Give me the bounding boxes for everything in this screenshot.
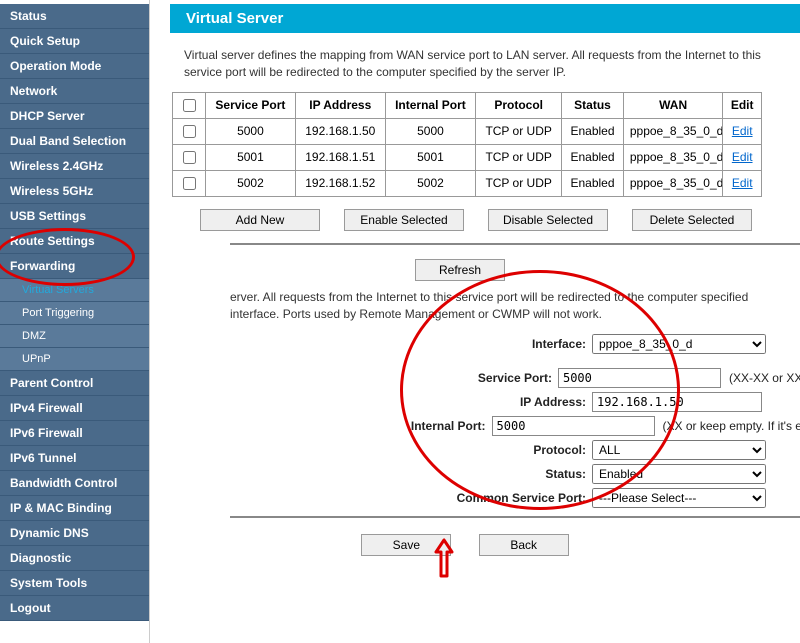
back-button[interactable]: Back <box>479 534 569 556</box>
cell-ip: 192.168.1.50 <box>295 118 385 144</box>
sidebar-item-wireless-5[interactable]: Wireless 5GHz <box>0 179 149 204</box>
sidebar-item-dynamic-dns[interactable]: Dynamic DNS <box>0 521 149 546</box>
cell-internal-port: 5001 <box>385 144 476 170</box>
cell-wan: pppoe_8_35_0_d <box>623 170 723 196</box>
status-select[interactable]: Enabled <box>592 464 766 484</box>
sidebar-item-forwarding[interactable]: Forwarding <box>0 254 149 279</box>
sidebar-item-network[interactable]: Network <box>0 79 149 104</box>
cell-status: Enabled <box>562 170 624 196</box>
label-internal-port: Internal Port: <box>170 419 492 433</box>
label-common-service-port: Common Service Port: <box>170 491 592 505</box>
hint-internal-port: (XX or keep empty. If it's empty, In <box>663 419 800 433</box>
label-protocol: Protocol: <box>170 443 592 457</box>
sidebar: Status Quick Setup Operation Mode Networ… <box>0 0 150 643</box>
col-ip-address: IP Address <box>295 92 385 118</box>
sidebar-item-dmz[interactable]: DMZ <box>0 325 149 348</box>
table-row: 5002 192.168.1.52 5002 TCP or UDP Enable… <box>173 170 762 196</box>
virtual-server-table: Service Port IP Address Internal Port Pr… <box>172 92 762 197</box>
col-wan: WAN <box>623 92 723 118</box>
page-title: Virtual Server <box>170 4 800 33</box>
sidebar-item-route-settings[interactable]: Route Settings <box>0 229 149 254</box>
table-row: 5001 192.168.1.51 5001 TCP or UDP Enable… <box>173 144 762 170</box>
cell-status: Enabled <box>562 144 624 170</box>
page-description: Virtual server defines the mapping from … <box>184 47 800 82</box>
row-checkbox[interactable] <box>183 125 196 138</box>
edit-link[interactable]: Edit <box>732 176 753 190</box>
sidebar-item-usb-settings[interactable]: USB Settings <box>0 204 149 229</box>
sidebar-item-bandwidth-control[interactable]: Bandwidth Control <box>0 471 149 496</box>
label-ip-address: IP Address: <box>170 395 592 409</box>
service-port-input[interactable] <box>558 368 721 388</box>
sidebar-item-port-triggering[interactable]: Port Triggering <box>0 302 149 325</box>
col-edit: Edit <box>723 92 762 118</box>
ip-address-input[interactable] <box>592 392 762 412</box>
enable-selected-button[interactable]: Enable Selected <box>344 209 464 231</box>
cell-service-port: 5002 <box>206 170 296 196</box>
sidebar-item-ip-mac-binding[interactable]: IP & MAC Binding <box>0 496 149 521</box>
cell-internal-port: 5000 <box>385 118 476 144</box>
row-checkbox[interactable] <box>183 151 196 164</box>
label-interface: Interface: <box>170 337 592 351</box>
col-protocol: Protocol <box>476 92 562 118</box>
edit-form: Interface: pppoe_8_35_0_d Service Port: … <box>170 334 800 508</box>
cell-service-port: 5000 <box>206 118 296 144</box>
sidebar-item-parent-control[interactable]: Parent Control <box>0 371 149 396</box>
label-status: Status: <box>170 467 592 481</box>
sidebar-item-ipv4-firewall[interactable]: IPv4 Firewall <box>0 396 149 421</box>
edit-link[interactable]: Edit <box>732 150 753 164</box>
sidebar-item-ipv6-firewall[interactable]: IPv6 Firewall <box>0 421 149 446</box>
separator <box>230 516 800 518</box>
cell-status: Enabled <box>562 118 624 144</box>
cell-protocol: TCP or UDP <box>476 118 562 144</box>
sidebar-item-virtual-servers[interactable]: Virtual Servers <box>0 279 149 302</box>
sidebar-item-dhcp-server[interactable]: DHCP Server <box>0 104 149 129</box>
cell-internal-port: 5002 <box>385 170 476 196</box>
cell-ip: 192.168.1.52 <box>295 170 385 196</box>
cell-protocol: TCP or UDP <box>476 170 562 196</box>
internal-port-input[interactable] <box>492 416 655 436</box>
col-service-port: Service Port <box>206 92 296 118</box>
cell-wan: pppoe_8_35_0_d <box>623 118 723 144</box>
main-content: Virtual Server Virtual server defines th… <box>150 0 800 643</box>
hint-service-port: (XX-XX or XX) <box>729 371 800 385</box>
select-all-checkbox[interactable] <box>183 99 196 112</box>
separator <box>230 243 800 245</box>
interface-select[interactable]: pppoe_8_35_0_d <box>592 334 766 354</box>
protocol-select[interactable]: ALL <box>592 440 766 460</box>
sidebar-item-wireless-24[interactable]: Wireless 2.4GHz <box>0 154 149 179</box>
disable-selected-button[interactable]: Disable Selected <box>488 209 608 231</box>
sidebar-item-diagnostic[interactable]: Diagnostic <box>0 546 149 571</box>
sidebar-item-dual-band[interactable]: Dual Band Selection <box>0 129 149 154</box>
add-new-button[interactable]: Add New <box>200 209 320 231</box>
cell-wan: pppoe_8_35_0_d <box>623 144 723 170</box>
col-status: Status <box>562 92 624 118</box>
edit-link[interactable]: Edit <box>732 124 753 138</box>
sidebar-item-ipv6-tunnel[interactable]: IPv6 Tunnel <box>0 446 149 471</box>
cell-ip: 192.168.1.51 <box>295 144 385 170</box>
refresh-button[interactable]: Refresh <box>415 259 505 281</box>
sidebar-item-upnp[interactable]: UPnP <box>0 348 149 371</box>
common-service-port-select[interactable]: ---Please Select--- <box>592 488 766 508</box>
row-checkbox[interactable] <box>183 177 196 190</box>
save-button[interactable]: Save <box>361 534 451 556</box>
sidebar-item-system-tools[interactable]: System Tools <box>0 571 149 596</box>
delete-selected-button[interactable]: Delete Selected <box>632 209 752 231</box>
label-service-port: Service Port: <box>170 371 558 385</box>
cell-service-port: 5001 <box>206 144 296 170</box>
page-description-2: erver. All requests from the Internet to… <box>230 289 800 324</box>
sidebar-item-quick-setup[interactable]: Quick Setup <box>0 29 149 54</box>
sidebar-item-status[interactable]: Status <box>0 4 149 29</box>
col-internal-port: Internal Port <box>385 92 476 118</box>
cell-protocol: TCP or UDP <box>476 144 562 170</box>
sidebar-item-logout[interactable]: Logout <box>0 596 149 621</box>
sidebar-item-operation-mode[interactable]: Operation Mode <box>0 54 149 79</box>
table-row: 5000 192.168.1.50 5000 TCP or UDP Enable… <box>173 118 762 144</box>
